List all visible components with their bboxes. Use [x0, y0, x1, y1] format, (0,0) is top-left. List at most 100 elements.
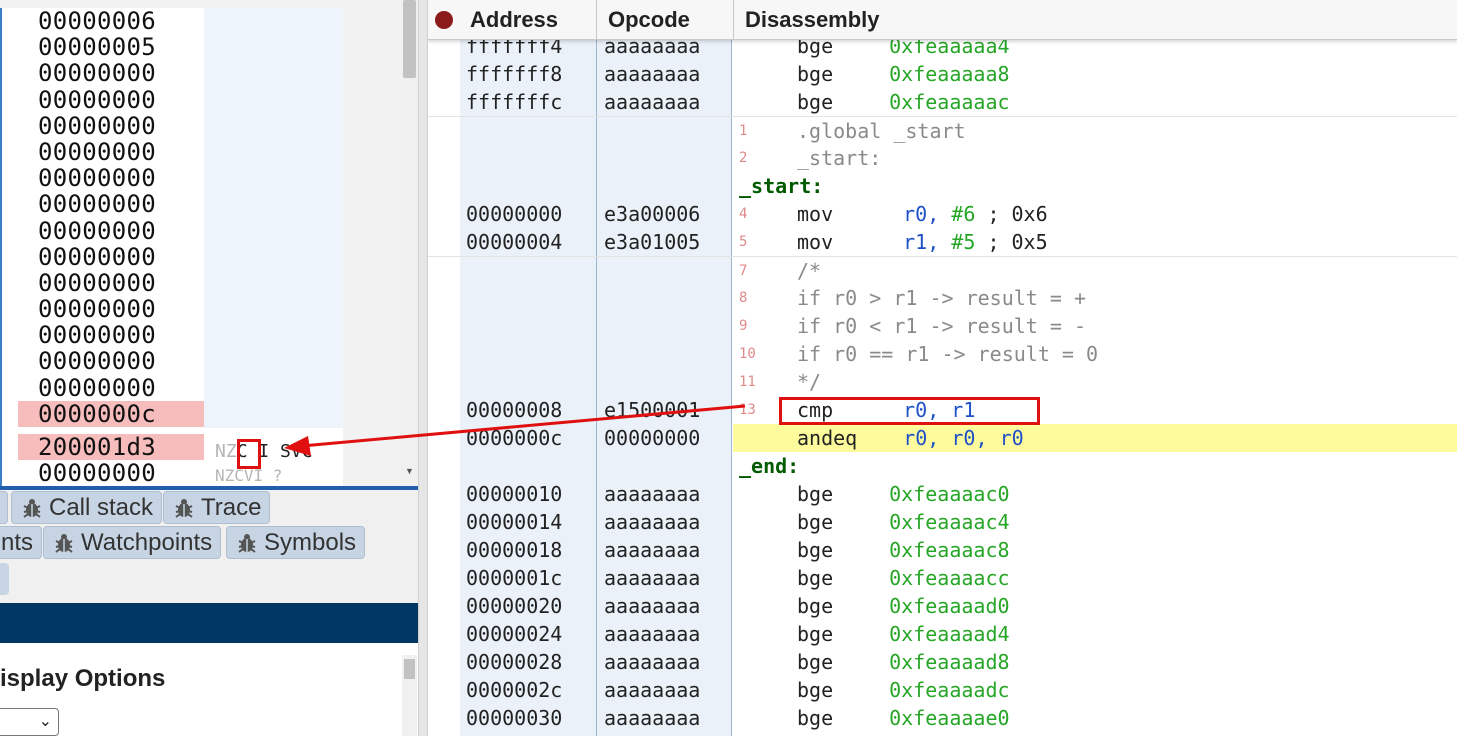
source-row[interactable]: 9 if r0 < r1 -> result = -	[428, 312, 1457, 340]
options-scrollbar-thumb[interactable]	[404, 659, 415, 679]
source-row[interactable]: 2 _start:	[428, 144, 1457, 172]
register-value[interactable]: 00000000	[18, 375, 204, 401]
source-text: if r0 > r1 -> result = +	[797, 286, 1086, 310]
display-options-select[interactable]: ⌄	[0, 708, 59, 736]
tab-call-stack[interactable]: Call stack	[11, 491, 163, 524]
register-value[interactable]: 00000000	[18, 139, 204, 165]
table-row[interactable]: 00000014 aaaaaaaa bge 0xfeaaaac4	[428, 508, 1457, 536]
tab-stub[interactable]	[0, 563, 9, 595]
disassembly-pane: Address Opcode Disassembly fffffff4 aaaaa…	[428, 0, 1457, 736]
register-value[interactable]: 00000000	[18, 113, 204, 139]
cmp-annotation-box	[779, 397, 1040, 425]
row-operand: 0xfeaaaaa8	[889, 62, 1010, 86]
row-operand: 0xfeaaaad4	[889, 622, 1010, 646]
label-row[interactable]: _start:	[428, 172, 1457, 200]
section-header-bar	[0, 603, 418, 643]
register-value[interactable]: 00000000	[18, 191, 204, 217]
register-spsr-value[interactable]: 00000000	[18, 460, 204, 486]
source-row[interactable]: 10 if r0 == r1 -> result = 0	[428, 340, 1457, 368]
row-mnemonic: bge	[797, 706, 834, 730]
row-address: 00000000	[466, 202, 563, 226]
register-scrollbar-thumb[interactable]	[403, 0, 416, 78]
register-value[interactable]: 00000000	[18, 165, 204, 191]
table-row[interactable]: 00000028 aaaaaaaa bge 0xfeaaaad8	[428, 648, 1457, 676]
row-register: r0,	[903, 202, 940, 226]
table-row[interactable]: 00000018 aaaaaaaa bge 0xfeaaaac8	[428, 536, 1457, 564]
table-row[interactable]: 00000000 e3a00006 4 mov r0, #6 ; 0x6	[428, 200, 1457, 228]
row-opcode: aaaaaaaa	[604, 566, 701, 590]
row-address: 0000000c	[466, 426, 563, 450]
row-address: 00000028	[466, 650, 563, 674]
tab-trace[interactable]: Trace	[163, 491, 271, 524]
table-row-current[interactable]: 0000000c 00000000 andeq r0, r0, r0	[428, 424, 1457, 452]
register-value[interactable]: 00000000	[18, 87, 204, 113]
table-row[interactable]: fffffffc aaaaaaaa bge 0xfeaaaaac	[428, 88, 1457, 116]
table-row[interactable]: 00000024 aaaaaaaa bge 0xfeaaaad4	[428, 620, 1457, 648]
row-immediate: #5	[951, 230, 976, 254]
row-operand: 0xfeaaaac0	[889, 482, 1010, 506]
header-divider[interactable]	[733, 0, 734, 40]
source-row[interactable]: 8 if r0 > r1 -> result = +	[428, 284, 1457, 312]
header-divider[interactable]	[596, 0, 597, 40]
register-value[interactable]: 00000000	[18, 244, 204, 270]
register-value[interactable]: 00000000	[18, 270, 204, 296]
table-row[interactable]: 00000004 e3a01005 5 mov r1, #5 ; 0x5	[428, 228, 1457, 256]
table-row[interactable]: 00000010 aaaaaaaa bge 0xfeaaaac0	[428, 480, 1457, 508]
row-comment: ; 0x6	[987, 202, 1048, 226]
register-cpsr-value[interactable]: 200001d3	[18, 434, 204, 461]
symbol-label: _start:	[739, 174, 824, 198]
row-operand: 0xfeaaaac8	[889, 538, 1010, 562]
table-row[interactable]: 0000001c aaaaaaaa bge 0xfeaaaacc	[428, 564, 1457, 592]
row-opcode: aaaaaaaa	[604, 510, 701, 534]
row-address: 00000030	[466, 706, 563, 730]
label-row[interactable]: _end:	[428, 452, 1457, 480]
chevron-down-icon: ⌄	[38, 713, 52, 730]
row-mnemonic: bge	[797, 482, 834, 506]
source-text: .global _start	[797, 119, 966, 143]
register-value[interactable]: 00000006	[18, 8, 204, 34]
register-value[interactable]: 00000000	[18, 296, 204, 322]
register-value[interactable]: 00000000	[18, 218, 204, 244]
source-row[interactable]: 7 /*	[428, 256, 1457, 284]
header-address[interactable]: Address	[470, 0, 558, 40]
table-row[interactable]: 0000002c aaaaaaaa bge 0xfeaaaadc	[428, 676, 1457, 704]
table-row[interactable]: fffffff8 aaaaaaaa bge 0xfeaaaaa8	[428, 60, 1457, 88]
scroll-down-icon[interactable]: ▼	[402, 466, 417, 476]
row-opcode: e3a00006	[604, 202, 701, 226]
tab-watchpoints-label: Watchpoints	[81, 528, 213, 556]
pane-splitter[interactable]	[418, 0, 428, 736]
row-opcode: aaaaaaaa	[604, 90, 701, 114]
row-opcode: aaaaaaaa	[604, 594, 701, 618]
register-value[interactable]: 00000000	[18, 60, 204, 86]
row-mnemonic: andeq	[797, 426, 858, 450]
tab-watchpoints[interactable]: Watchpoints	[43, 526, 222, 559]
tab-breakpoints[interactable]: nts	[0, 526, 43, 559]
table-row[interactable]: 00000020 aaaaaaaa bge 0xfeaaaad0	[428, 592, 1457, 620]
row-mnemonic: bge	[797, 62, 834, 86]
row-operand: 0xfeaaaad8	[889, 650, 1010, 674]
row-opcode: e3a01005	[604, 230, 701, 254]
row-opcode: e1500001	[604, 398, 701, 422]
source-row[interactable]: 11 */	[428, 368, 1457, 396]
disassembly-rows: fffffff4 aaaaaaaa bge 0xfeaaaaa4 fffffff8 aa…	[428, 32, 1457, 732]
bug-icon	[238, 533, 256, 553]
flags-nz: NZ	[215, 441, 237, 462]
register-value[interactable]: 00000000	[18, 322, 204, 348]
source-row[interactable]: 1 .global _start	[428, 116, 1457, 144]
tab-breakpoints-label: nts	[1, 528, 34, 556]
row-opcode: aaaaaaaa	[604, 538, 701, 562]
symbol-label: _end:	[739, 454, 800, 478]
register-pc-value[interactable]: 0000000c	[18, 400, 204, 427]
row-address: 00000004	[466, 230, 563, 254]
tab-trace-label: Trace	[201, 493, 262, 521]
tab-partial[interactable]	[0, 491, 8, 524]
breakpoint-icon[interactable]	[435, 11, 453, 29]
header-opcode[interactable]: Opcode	[608, 0, 690, 40]
header-disassembly[interactable]: Disassembly	[745, 0, 880, 40]
table-row[interactable]: 00000030 aaaaaaaa bge 0xfeaaaae0	[428, 704, 1457, 732]
flag-c-annotation-box	[237, 439, 261, 469]
tab-symbols[interactable]: Symbols	[226, 526, 366, 559]
register-value[interactable]: 00000000	[18, 348, 204, 374]
register-value[interactable]: 00000005	[18, 34, 204, 60]
line-number: 4	[739, 206, 748, 222]
